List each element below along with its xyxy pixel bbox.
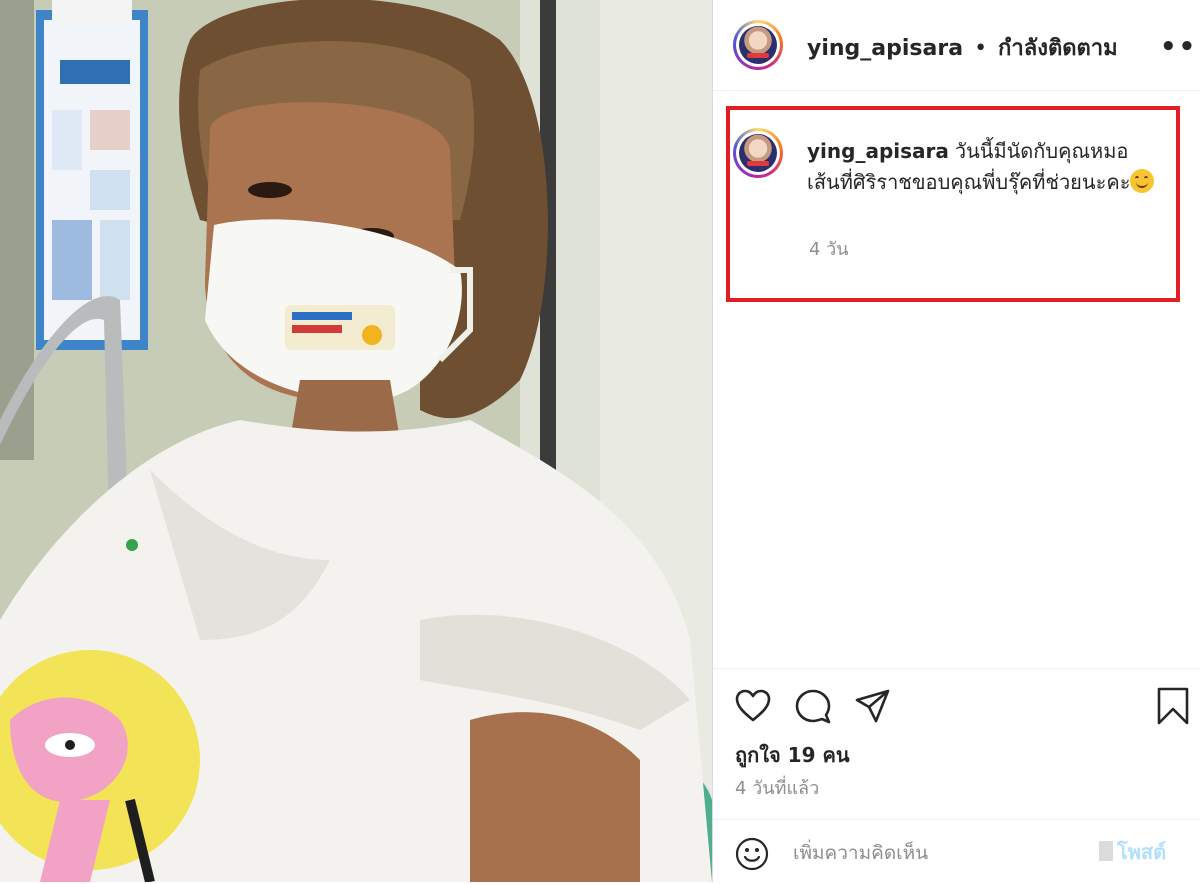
post-header: ying_apisara • กำลังติดตาม •••: [713, 0, 1200, 91]
smiley-icon[interactable]: [735, 837, 769, 875]
comment-input[interactable]: [791, 834, 1095, 872]
bookmark-icon[interactable]: [1157, 687, 1189, 729]
likes-count[interactable]: ถูกใจ 19 คน: [735, 739, 850, 771]
photo-canvas: [0, 0, 712, 882]
header-username-link[interactable]: ying_apisara: [807, 36, 963, 61]
post-photo[interactable]: [0, 0, 712, 882]
add-comment-bar: โพสต์: [713, 819, 1200, 884]
post-button-label: โพสต์: [1117, 840, 1167, 864]
comment-icon[interactable]: [795, 689, 831, 729]
post-timestamp[interactable]: 4 วันที่แล้ว: [735, 773, 819, 802]
avatar-image: [736, 23, 780, 67]
post-side-panel: ying_apisara • กำลังติดตาม ••• ying_apis…: [713, 0, 1200, 882]
post-actions: ถูกใจ 19 คน 4 วันที่แล้ว โพสต์: [713, 668, 1200, 883]
heart-icon[interactable]: [735, 689, 771, 727]
avatar[interactable]: [733, 20, 783, 70]
share-icon[interactable]: [855, 689, 891, 727]
follow-status-button[interactable]: กำลังติดตาม: [998, 36, 1118, 61]
highlight-box: [726, 106, 1180, 302]
header-text: ying_apisara • กำลังติดตาม: [807, 30, 1118, 65]
more-horizontal-icon[interactable]: •••: [1160, 32, 1200, 62]
cursor-resize-icon: [1099, 841, 1113, 861]
separator-dot: •: [974, 36, 988, 61]
post-comment-button[interactable]: โพสต์: [1099, 836, 1166, 868]
